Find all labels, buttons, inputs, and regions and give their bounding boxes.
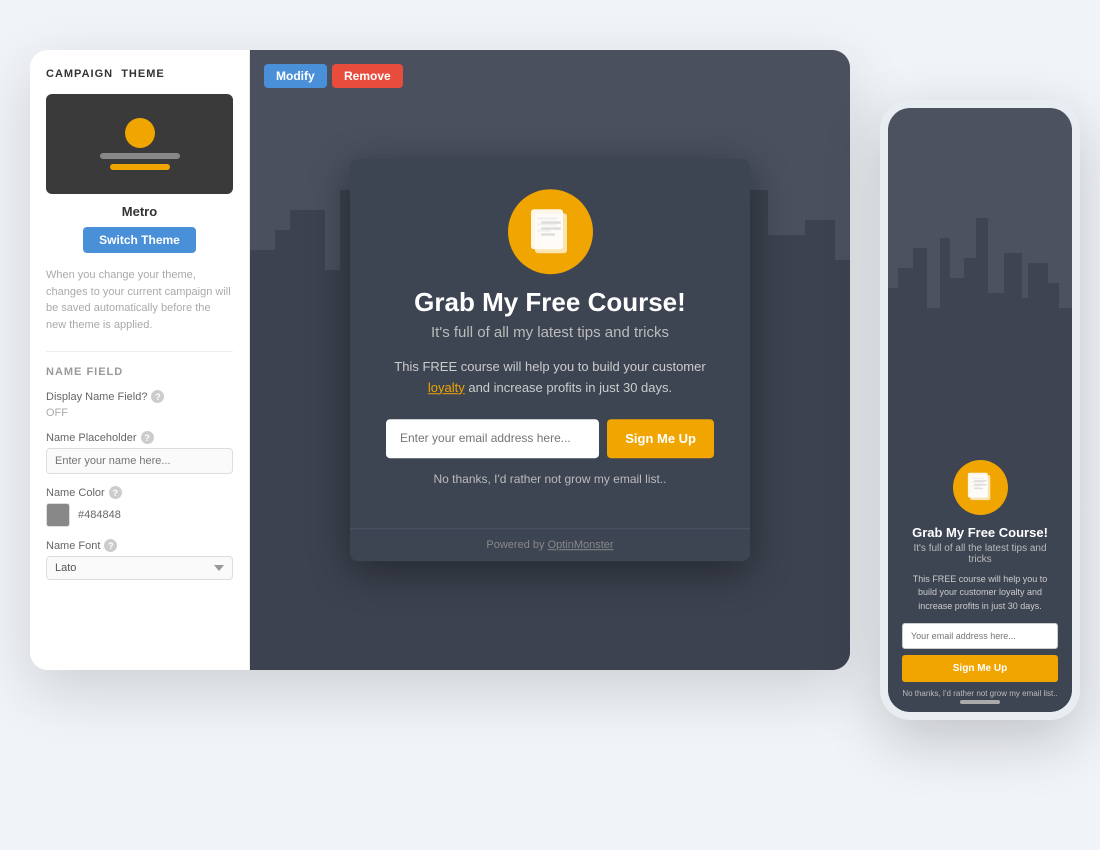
sidebar-section-title: CAMPAIGN THEME <box>46 68 233 80</box>
section-title-prefix: CAMPAIGN <box>46 68 113 80</box>
popup-subtitle: It's full of all my latest tips and tric… <box>386 324 714 341</box>
name-placeholder-input[interactable] <box>46 448 233 474</box>
remove-button[interactable]: Remove <box>332 64 403 88</box>
mobile-popup-subtitle: It's full of all the latest tips and tri… <box>902 543 1058 565</box>
switch-theme-button[interactable]: Switch Theme <box>83 227 196 253</box>
section-title-bold: THEME <box>121 68 165 80</box>
popup-title: Grab My Free Course! <box>386 287 714 318</box>
preview-line-1 <box>100 153 180 159</box>
name-color-label: Name Color ? <box>46 486 233 499</box>
theme-preview-box <box>46 94 233 194</box>
mobile-no-thanks: No thanks, I'd rather not grow my email … <box>902 689 1058 698</box>
mobile-email-input[interactable] <box>902 623 1058 649</box>
mobile-popup-icon <box>953 460 1008 515</box>
popup-modal: Grab My Free Course! It's full of all my… <box>350 159 750 561</box>
name-font-row: Name Font ? Lato Arial Georgia <box>46 539 233 580</box>
name-placeholder-label: Name Placeholder ? <box>46 431 233 444</box>
sidebar-description: When you change your theme, changes to y… <box>46 267 233 333</box>
popup-submit-button[interactable]: Sign Me Up <box>607 419 714 458</box>
laptop-screen: CAMPAIGN THEME Metro Switch Theme When y… <box>30 50 850 670</box>
mobile-submit-button[interactable]: Sign Me Up <box>902 655 1058 682</box>
popup-description-highlight: loyalty <box>428 380 465 395</box>
color-hex: #484848 <box>78 509 121 521</box>
modify-button[interactable]: Modify <box>264 64 327 88</box>
theme-name: Metro <box>46 204 233 219</box>
display-name-field-row: Display Name Field? ? OFF <box>46 390 233 419</box>
theme-preview-inner <box>100 118 180 170</box>
popup-icon-circle <box>508 189 593 274</box>
name-font-help-icon[interactable]: ? <box>104 539 117 552</box>
popup-icon-area <box>350 159 750 274</box>
popup-form: Sign Me Up <box>386 419 714 458</box>
laptop-frame: CAMPAIGN THEME Metro Switch Theme When y… <box>30 50 850 670</box>
mobile-home-bar <box>960 700 1000 704</box>
name-color-row: Name Color ? #484848 <box>46 486 233 527</box>
mobile-frame: Grab My Free Course! It's full of all th… <box>880 100 1080 720</box>
popup-email-input[interactable] <box>386 419 599 458</box>
mobile-popup-description: This FREE course will help you to build … <box>902 573 1058 614</box>
name-font-select[interactable]: Lato Arial Georgia <box>46 556 233 580</box>
name-placeholder-help-icon[interactable]: ? <box>141 431 154 444</box>
color-row: #484848 <box>46 503 233 527</box>
popup-no-thanks: No thanks, I'd rather not grow my email … <box>386 472 714 486</box>
document-icon <box>528 207 573 257</box>
popup-powered: Powered by OptinMonster <box>350 528 750 561</box>
mobile-screen: Grab My Free Course! It's full of all th… <box>888 108 1072 712</box>
display-name-label: Display Name Field? ? <box>46 390 233 403</box>
name-font-label: Name Font ? <box>46 539 233 552</box>
mobile-popup-title: Grab My Free Course! <box>902 525 1058 540</box>
mobile-popup: Grab My Free Course! It's full of all th… <box>888 482 1072 713</box>
color-swatch[interactable] <box>46 503 70 527</box>
preview-circle <box>125 118 155 148</box>
preview-line-2 <box>110 164 170 170</box>
popup-description: This FREE course will help you to build … <box>386 357 714 399</box>
main-preview: Modify Remove <box>250 50 850 670</box>
display-name-help-icon[interactable]: ? <box>151 390 164 403</box>
display-name-toggle[interactable]: OFF <box>46 407 233 419</box>
sidebar: CAMPAIGN THEME Metro Switch Theme When y… <box>30 50 250 670</box>
mobile-document-icon <box>966 471 994 503</box>
name-color-help-icon[interactable]: ? <box>109 486 122 499</box>
name-field-label: NAME FIELD <box>46 351 233 378</box>
name-placeholder-row: Name Placeholder ? <box>46 431 233 474</box>
optinmonster-link[interactable]: OptinMonster <box>548 539 614 551</box>
popup-body: Grab My Free Course! It's full of all my… <box>350 259 750 528</box>
